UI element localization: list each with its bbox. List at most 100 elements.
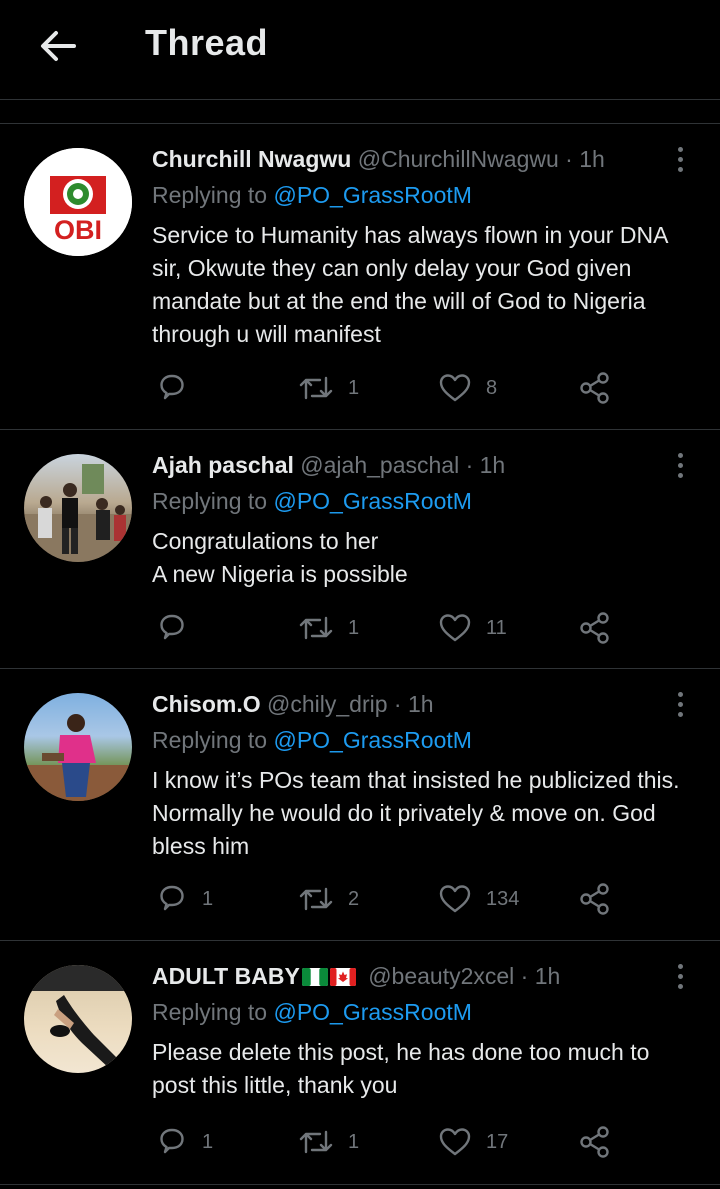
author-meta: @ChurchillNwagwu · 1h <box>357 146 605 172</box>
replying-handle-link[interactable]: @PO_GrassRootM <box>273 182 471 208</box>
reply-button[interactable] <box>156 611 202 645</box>
arrow-left-icon <box>41 31 76 61</box>
share-icon <box>580 372 609 404</box>
avatar-label: OBI <box>54 215 102 245</box>
reply-button[interactable] <box>156 371 202 405</box>
reply-count: 1 <box>202 887 214 910</box>
tweet-text-line: I know it’s POs team that insisted he pu… <box>152 767 680 859</box>
nigeria-flag-icon <box>301 968 328 986</box>
avatar-photo-icon <box>24 464 132 562</box>
replying-handle-link[interactable]: @PO_GrassRootM <box>273 727 471 753</box>
reply-icon <box>160 1128 184 1154</box>
more-options-button[interactable] <box>668 144 692 180</box>
avatar-photo-icon <box>24 965 132 1069</box>
replying-prefix: Replying to <box>152 488 268 514</box>
share-button[interactable] <box>578 1125 612 1159</box>
divider <box>0 1184 720 1185</box>
reply-tweet[interactable]: Chisom.O @chily_drip · 1h Replying to @P… <box>0 669 720 940</box>
like-count: 8 <box>486 376 498 399</box>
author-name[interactable]: Ajah paschal <box>152 452 294 478</box>
retweet-count: 2 <box>348 887 360 910</box>
retweet-count: 1 <box>348 1130 360 1153</box>
share-icon <box>580 883 609 915</box>
like-count: 11 <box>486 616 507 639</box>
divider <box>0 99 720 100</box>
reply-tweet[interactable]: ADULT BABY @beauty2xcel · 1h Replying to… <box>0 941 720 1189</box>
back-button[interactable] <box>36 24 80 68</box>
tweet-text: Please delete this post, he has done too… <box>152 1036 697 1102</box>
author-meta: @chily_drip · 1h <box>267 691 434 717</box>
retweet-button[interactable]: 2 <box>298 882 359 916</box>
share-icon <box>580 612 609 644</box>
author-name[interactable]: Chisom.O <box>152 691 261 717</box>
reply-icon <box>160 374 184 400</box>
reply-button[interactable]: 1 <box>156 1125 213 1159</box>
like-button[interactable]: 134 <box>438 882 519 916</box>
tweet-text-line: Congratulations to her <box>152 528 379 554</box>
tweet-header: ADULT BABY @beauty2xcel · 1h <box>152 963 560 990</box>
more-options-button[interactable] <box>668 450 692 486</box>
retweet-button[interactable]: 1 <box>298 1125 359 1159</box>
heart-icon <box>439 1128 471 1156</box>
avatar[interactable] <box>24 693 132 801</box>
obi-logo-icon: OBI <box>24 148 132 256</box>
replying-handle-link[interactable]: @PO_GrassRootM <box>273 999 471 1025</box>
reply-icon <box>160 885 184 911</box>
retweet-button[interactable]: 1 <box>298 611 359 645</box>
avatar[interactable]: OBI <box>24 148 132 256</box>
tweet-text-line: A new Nigeria is possible <box>152 561 408 587</box>
like-button[interactable]: 11 <box>438 611 507 645</box>
reply-tweet[interactable]: OBI Churchill Nwagwu @ChurchillNwagwu · … <box>0 124 720 429</box>
author-name[interactable]: Churchill Nwagwu <box>152 146 351 172</box>
share-button[interactable] <box>578 371 612 405</box>
retweet-count: 1 <box>348 376 360 399</box>
tweet-header: Chisom.O @chily_drip · 1h <box>152 691 434 718</box>
tweet-text-line: Service to Humanity has always flown in … <box>152 222 668 347</box>
more-options-button[interactable] <box>668 961 692 997</box>
replying-to: Replying to @PO_GrassRootM <box>152 727 472 754</box>
avatar[interactable] <box>24 965 132 1073</box>
tweet-text: I know it’s POs team that insisted he pu… <box>152 764 697 863</box>
like-count: 134 <box>486 887 520 910</box>
reply-tweet[interactable]: Ajah paschal @ajah_paschal · 1h Replying… <box>0 430 720 668</box>
retweet-icon <box>299 376 333 400</box>
tweet-header: Ajah paschal @ajah_paschal · 1h <box>152 452 505 479</box>
share-icon <box>580 1126 609 1158</box>
retweet-icon <box>299 1130 333 1154</box>
replying-to: Replying to @PO_GrassRootM <box>152 999 472 1026</box>
avatar-photo-icon <box>24 714 132 801</box>
tweet-text-line: Please delete this post, he has done too… <box>152 1039 650 1098</box>
replying-prefix: Replying to <box>152 999 268 1025</box>
reply-count: 1 <box>202 1130 214 1153</box>
tweet-text: Congratulations to her A new Nigeria is … <box>152 525 697 591</box>
author-meta: @beauty2xcel · 1h <box>368 963 561 989</box>
retweet-button[interactable]: 1 <box>298 371 359 405</box>
reply-button[interactable]: 1 <box>156 882 213 916</box>
replying-handle-link[interactable]: @PO_GrassRootM <box>273 488 471 514</box>
tweet-header: Churchill Nwagwu @ChurchillNwagwu · 1h <box>152 146 605 173</box>
heart-icon <box>439 374 471 402</box>
retweet-icon <box>299 887 333 911</box>
tweet-text: Service to Humanity has always flown in … <box>152 219 697 351</box>
heart-icon <box>439 885 471 913</box>
like-button[interactable]: 17 <box>438 1125 508 1159</box>
replying-to: Replying to @PO_GrassRootM <box>152 182 472 209</box>
author-name[interactable]: ADULT BABY <box>152 963 300 989</box>
replying-prefix: Replying to <box>152 182 268 208</box>
replying-to: Replying to @PO_GrassRootM <box>152 488 472 515</box>
replying-prefix: Replying to <box>152 727 268 753</box>
canada-flag-icon <box>329 968 356 986</box>
share-button[interactable] <box>578 882 612 916</box>
author-meta: @ajah_paschal · 1h <box>300 452 506 478</box>
share-button[interactable] <box>578 611 612 645</box>
like-count: 17 <box>486 1130 509 1153</box>
avatar[interactable] <box>24 454 132 562</box>
page-title: Thread <box>145 22 269 63</box>
reply-icon <box>160 614 184 640</box>
retweet-icon <box>299 616 333 640</box>
heart-icon <box>439 614 471 642</box>
retweet-count: 1 <box>348 616 360 639</box>
like-button[interactable]: 8 <box>438 371 497 405</box>
more-options-button[interactable] <box>668 689 692 725</box>
app-header: Thread <box>0 0 720 92</box>
